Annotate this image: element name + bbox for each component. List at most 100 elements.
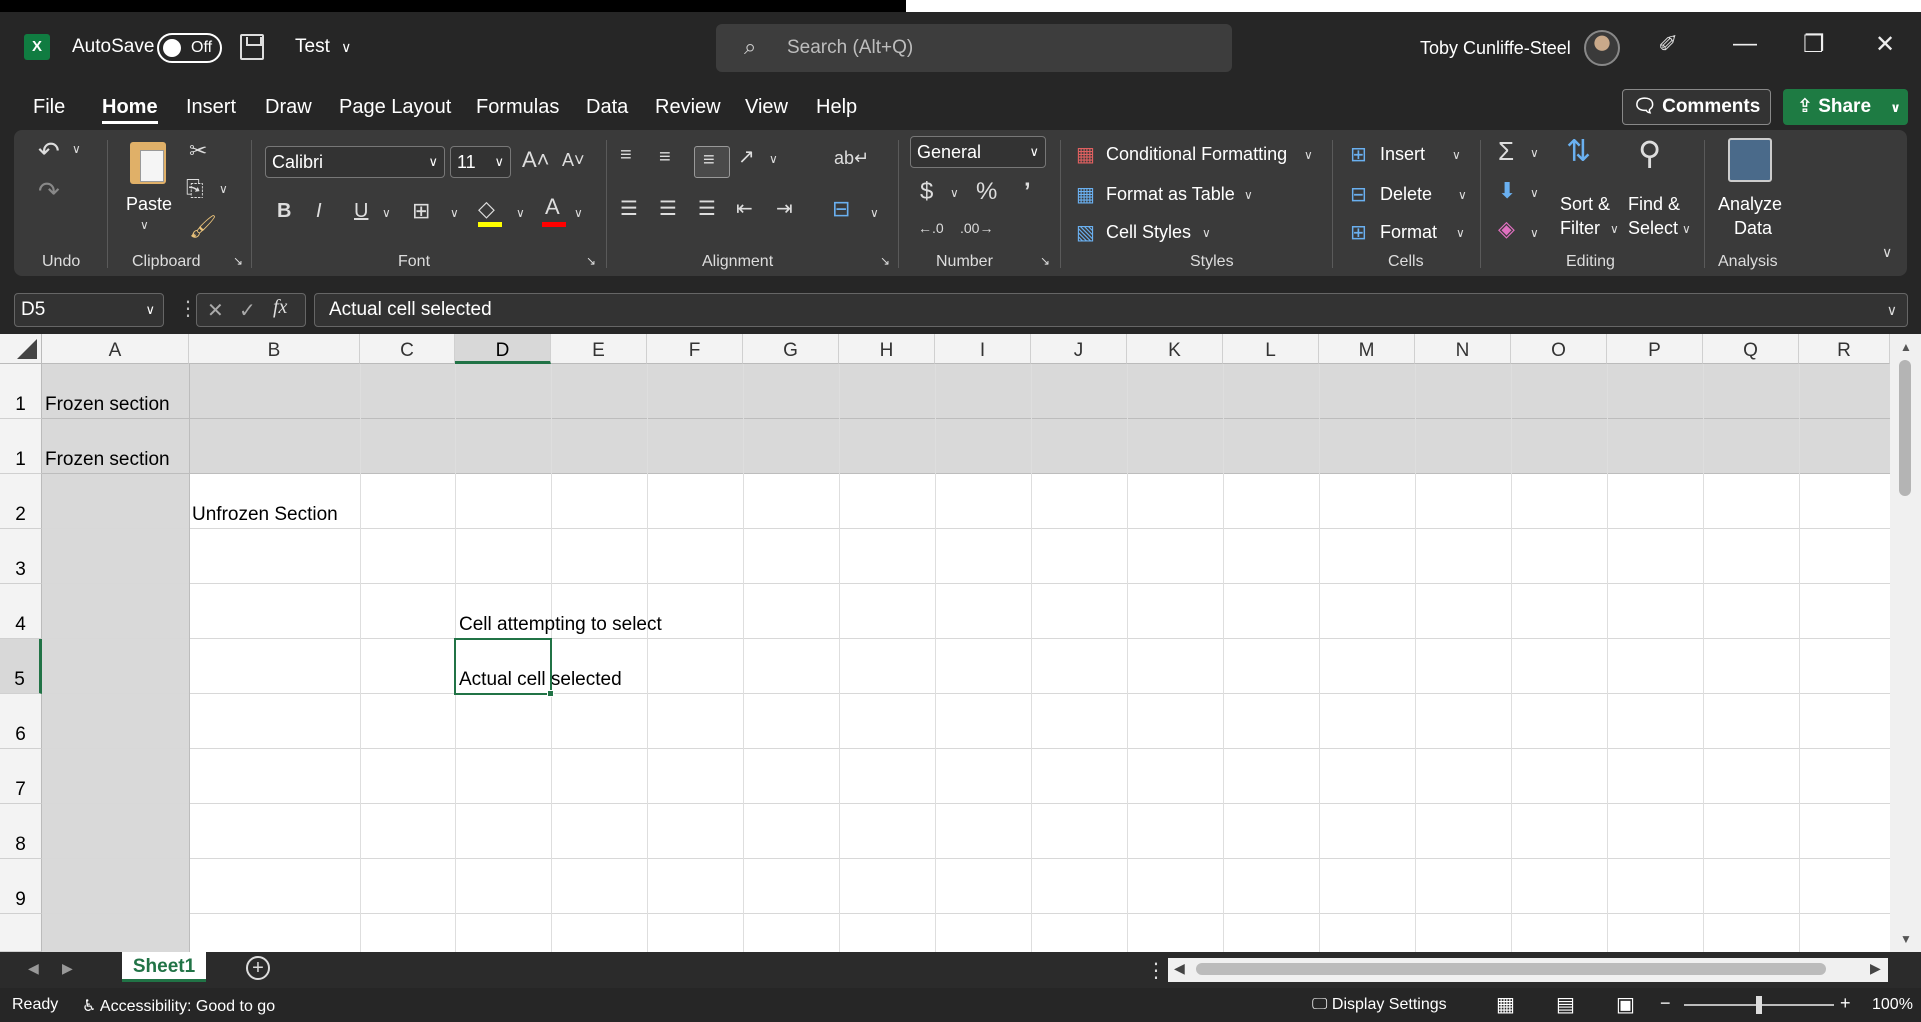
cut-icon[interactable]: ✂ <box>189 138 207 164</box>
sheet-tab-sheet1[interactable]: Sheet1 <box>122 952 206 982</box>
column-header-f[interactable]: F <box>647 334 743 364</box>
tab-formulas[interactable]: Formulas <box>476 96 559 119</box>
fill-dropdown-icon[interactable]: ∨ <box>1530 186 1539 200</box>
sort-filter-button[interactable]: ⇅ Sort & Filter ∨ <box>1558 134 1620 244</box>
number-format-dropdown[interactable]: General ∨ <box>910 136 1046 168</box>
minimize-icon[interactable]: — <box>1733 30 1757 58</box>
cell-a1[interactable]: Frozen section <box>45 394 170 416</box>
document-title-button[interactable]: Test ∨ <box>295 36 351 58</box>
underline-button[interactable]: U <box>354 200 368 223</box>
accessibility-status[interactable]: ♿ Accessibility: Good to go <box>82 996 275 1016</box>
format-painter-icon[interactable]: 🖌 <box>189 214 217 240</box>
row-header-8[interactable]: 8 <box>0 804 42 859</box>
zoom-in-icon[interactable]: + <box>1840 993 1851 1014</box>
name-box[interactable]: D5 ∨ <box>14 293 164 327</box>
zoom-slider[interactable] <box>1684 996 1834 1014</box>
tab-home[interactable]: Home <box>102 96 158 124</box>
cell-a1-frozen[interactable]: Frozen section <box>45 449 170 471</box>
column-header-q[interactable]: Q <box>1703 334 1799 364</box>
fill-color-icon[interactable]: ◇ <box>478 196 495 222</box>
underline-dropdown-icon[interactable]: ∨ <box>382 206 391 220</box>
column-header-l[interactable]: L <box>1223 334 1319 364</box>
tab-draw[interactable]: Draw <box>265 96 312 119</box>
formula-bar-grip-icon[interactable]: ⋮ <box>178 296 198 321</box>
tab-page-layout[interactable]: Page Layout <box>339 96 451 119</box>
undo-icon[interactable]: ↶ <box>38 136 60 167</box>
column-header-c[interactable]: C <box>360 334 455 364</box>
autosave-toggle[interactable]: Off <box>157 33 222 63</box>
row-header-6[interactable]: 6 <box>0 694 42 749</box>
dialog-launcher-icon[interactable]: ↘ <box>586 254 596 268</box>
tab-review[interactable]: Review <box>655 96 721 119</box>
row-header-9[interactable]: 9 <box>0 859 42 914</box>
select-all-button[interactable] <box>0 334 42 364</box>
row-header-10[interactable] <box>0 914 42 952</box>
orientation-dropdown-icon[interactable]: ∨ <box>769 152 778 166</box>
font-color-icon[interactable]: A <box>545 194 560 220</box>
formula-input[interactable]: Actual cell selected ∨ <box>314 293 1908 327</box>
column-header-d[interactable]: D <box>455 334 551 364</box>
clear-dropdown-icon[interactable]: ∨ <box>1530 226 1539 240</box>
font-size-dropdown[interactable]: 11 ∨ <box>450 146 511 178</box>
row-header-3[interactable]: 3 <box>0 529 42 584</box>
copy-icon[interactable]: ⎘ <box>186 176 204 202</box>
tab-view[interactable]: View <box>745 96 788 119</box>
cancel-icon[interactable]: ✕ <box>207 298 224 323</box>
analyze-data-button[interactable]: Analyze Data <box>1714 134 1788 244</box>
increase-font-icon[interactable]: A˄ <box>522 147 550 173</box>
column-header-j[interactable]: J <box>1031 334 1127 364</box>
column-header-h[interactable]: H <box>839 334 935 364</box>
currency-icon[interactable]: $ <box>920 178 933 206</box>
align-right-icon[interactable]: ☰ <box>698 196 716 221</box>
decrease-font-icon[interactable]: A˅ <box>562 150 585 171</box>
display-settings-button[interactable]: 🖵 Display Settings <box>1312 996 1447 1014</box>
paste-icon[interactable] <box>130 142 166 184</box>
column-header-e[interactable]: E <box>551 334 647 364</box>
merge-dropdown-icon[interactable]: ∨ <box>870 206 879 220</box>
increase-decimal-icon[interactable]: ←.0 <box>918 220 944 236</box>
decrease-decimal-icon[interactable]: .00→ <box>960 220 993 236</box>
column-header-i[interactable]: I <box>935 334 1031 364</box>
save-icon[interactable] <box>240 34 264 60</box>
page-layout-view-icon[interactable]: ▤ <box>1556 992 1575 1017</box>
borders-dropdown-icon[interactable]: ∨ <box>450 206 459 220</box>
dialog-launcher-icon[interactable]: ↘ <box>233 254 243 268</box>
zoom-level[interactable]: 100% <box>1872 996 1913 1014</box>
expand-formula-bar-icon[interactable]: ∨ <box>1887 294 1897 326</box>
increase-indent-icon[interactable]: ⇥ <box>776 196 793 221</box>
normal-view-icon[interactable]: ▦ <box>1496 992 1515 1017</box>
fill-icon[interactable]: ⬇ <box>1498 178 1516 204</box>
column-header-a[interactable]: A <box>42 334 189 364</box>
tab-help[interactable]: Help <box>816 96 857 119</box>
find-select-button[interactable]: ⚲ Find & Select ∨ <box>1626 134 1692 244</box>
tab-file[interactable]: File <box>33 96 65 119</box>
font-name-dropdown[interactable]: Calibri ∨ <box>265 146 445 178</box>
italic-button[interactable]: I <box>316 200 322 223</box>
comma-style-icon[interactable]: ’ <box>1024 178 1031 206</box>
clear-icon[interactable]: ◈ <box>1498 216 1515 242</box>
bold-button[interactable]: B <box>277 200 291 223</box>
column-header-k[interactable]: K <box>1127 334 1223 364</box>
column-header-r[interactable]: R <box>1799 334 1890 364</box>
percent-icon[interactable]: % <box>976 178 997 206</box>
fill-handle[interactable] <box>547 690 554 697</box>
designer-wand-icon[interactable]: ✐ <box>1658 30 1678 59</box>
dialog-launcher-icon[interactable]: ↘ <box>880 254 890 268</box>
column-header-g[interactable]: G <box>743 334 839 364</box>
currency-dropdown-icon[interactable]: ∨ <box>950 186 959 200</box>
paste-button[interactable]: Paste <box>126 194 172 215</box>
paste-dropdown-icon[interactable]: ∨ <box>140 218 149 232</box>
insert-function-button[interactable]: fx <box>273 296 287 319</box>
orientation-icon[interactable]: ↗ <box>738 144 755 169</box>
sheetbar-grip-icon[interactable]: ⋮ <box>1146 958 1166 983</box>
align-left-icon[interactable]: ☰ <box>620 196 638 221</box>
column-header-m[interactable]: M <box>1319 334 1415 364</box>
cell-d4[interactable]: Cell attempting to select <box>459 614 662 636</box>
cell-b2[interactable]: Unfrozen Section <box>192 504 338 526</box>
ribbon-collapse-icon[interactable]: ∨ <box>1882 244 1892 261</box>
sheet-scroll-left-icon[interactable]: ◀ <box>28 960 39 977</box>
add-sheet-icon[interactable]: + <box>246 956 270 980</box>
row-header-2[interactable]: 2 <box>0 474 42 529</box>
dialog-launcher-icon[interactable]: ↘ <box>1040 254 1050 268</box>
row-header-1-frozen[interactable]: 1 <box>0 419 42 474</box>
